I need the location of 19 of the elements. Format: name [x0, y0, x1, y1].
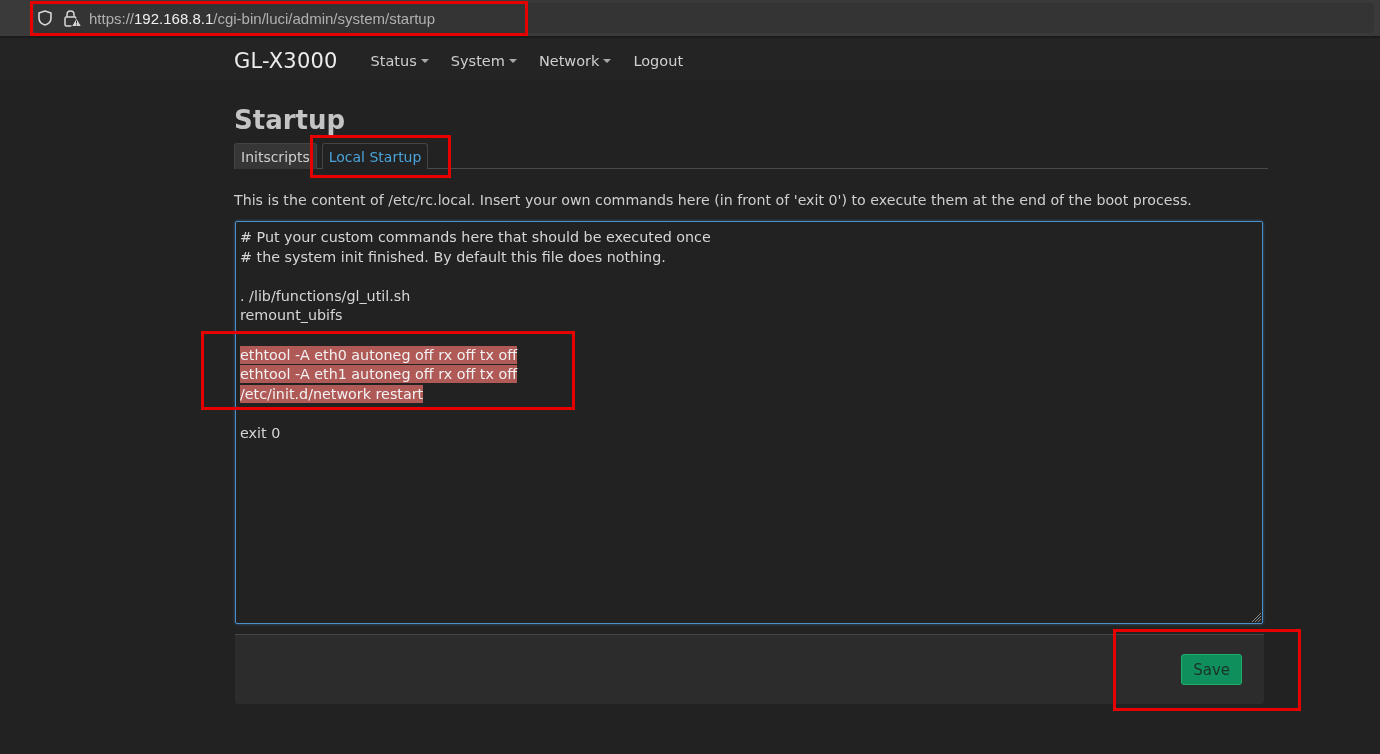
nav-menu-item[interactable]: Status	[370, 52, 429, 69]
page-title: Startup	[234, 104, 347, 137]
lock-warning-icon[interactable]	[64, 9, 82, 27]
tab[interactable]: Initscripts	[234, 143, 317, 169]
nav-menu-item[interactable]: Logout	[633, 52, 684, 69]
code-line: remount_ubifs	[240, 307, 343, 324]
code-line: # Put your custom commands here that should be executed once	[240, 229, 711, 245]
code-line: exit 0	[240, 424, 281, 441]
tab[interactable]: Local Startup	[321, 143, 429, 169]
address-bar[interactable]: https://192.168.8.1/cgi-bin/luci/admin/system/startup	[34, 3, 1374, 33]
url-text: https://192.168.8.1/cgi-bin/luci/admin/system/startup	[89, 9, 436, 27]
brand-title[interactable]: GL-X3000	[234, 48, 338, 73]
code-line: # the system init finished. By default this file does nothing.	[240, 248, 666, 265]
description-text: This is the content of /etc/rc.local. Insert your own commands here (in front of 'exit 0') to execute them at the end of the boot process.	[234, 191, 1193, 209]
nav-menu-item[interactable]: Network	[538, 52, 612, 69]
resize-grip-icon[interactable]	[1251, 612, 1261, 622]
nav-menu-item[interactable]: System	[450, 52, 517, 69]
code-line: . /lib/functions/gl_util.sh	[240, 287, 411, 304]
shield-icon[interactable]	[38, 10, 52, 26]
